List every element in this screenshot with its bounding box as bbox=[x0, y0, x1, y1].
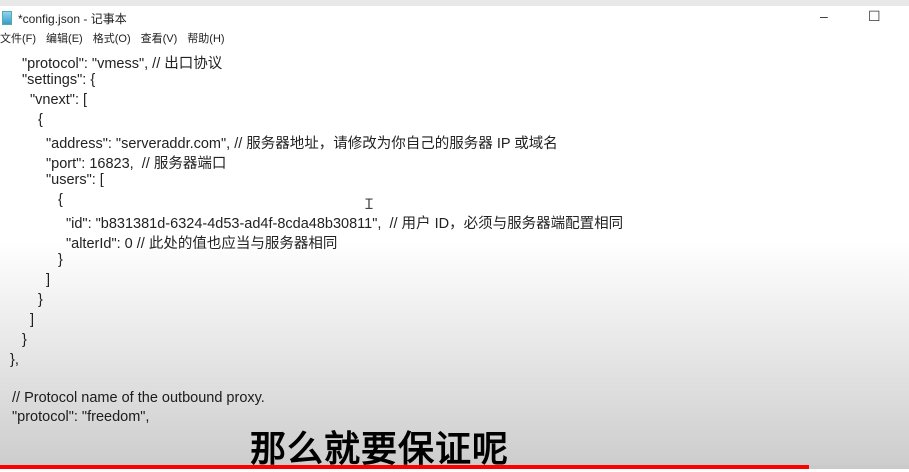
code-line: }, bbox=[10, 352, 19, 368]
menu-help[interactable]: 帮助(H) bbox=[187, 30, 224, 48]
video-progress-fill bbox=[0, 465, 809, 469]
text-cursor-icon: Ｉ bbox=[362, 196, 376, 212]
minimize-button[interactable]: – bbox=[820, 8, 828, 24]
code-line: "settings": { bbox=[22, 72, 96, 88]
menu-file[interactable]: 文件(F) bbox=[0, 30, 36, 48]
menu-view[interactable]: 查看(V) bbox=[141, 30, 178, 48]
menu-format[interactable]: 格式(O) bbox=[93, 30, 131, 48]
code-line: "id": "b831381d-6324-4d53-ad4f-8cda48b30… bbox=[66, 216, 624, 232]
code-line: } bbox=[38, 292, 43, 308]
text-editor[interactable]: "protocol": "vmess", // 出口协议 "settings":… bbox=[0, 48, 909, 469]
notepad-icon bbox=[2, 11, 12, 25]
code-line: "vnext": [ bbox=[30, 92, 88, 108]
menu-bar: 文件(F) 编辑(E) 格式(O) 查看(V) 帮助(H) bbox=[0, 30, 909, 48]
code-line: "address": "serveraddr.com", // 服务器地址，请修… bbox=[46, 136, 558, 152]
code-line: } bbox=[22, 332, 27, 348]
code-line: } bbox=[58, 252, 63, 268]
code-line: "alterId": 0 // 此处的值也应当与服务器相同 bbox=[66, 236, 338, 252]
video-progress-bar[interactable] bbox=[0, 465, 909, 469]
code-line: // Protocol name of the outbound proxy. bbox=[12, 390, 265, 406]
code-line: "protocol": "vmess", // 出口协议 bbox=[22, 56, 223, 72]
menu-edit[interactable]: 编辑(E) bbox=[46, 30, 83, 48]
code-line: "users": [ bbox=[46, 172, 104, 188]
code-line: "port": 16823, // 服务器端口 bbox=[46, 156, 227, 172]
code-line: { bbox=[58, 192, 63, 208]
code-line: "protocol": "freedom", bbox=[12, 409, 150, 425]
code-line: ] bbox=[46, 272, 51, 288]
code-line: { bbox=[38, 112, 43, 128]
title-bar: *config.json - 记事本 – ☐ bbox=[0, 6, 909, 30]
code-line: ] bbox=[30, 312, 35, 328]
window-title: *config.json - 记事本 bbox=[18, 11, 127, 26]
maximize-button[interactable]: ☐ bbox=[868, 8, 881, 25]
